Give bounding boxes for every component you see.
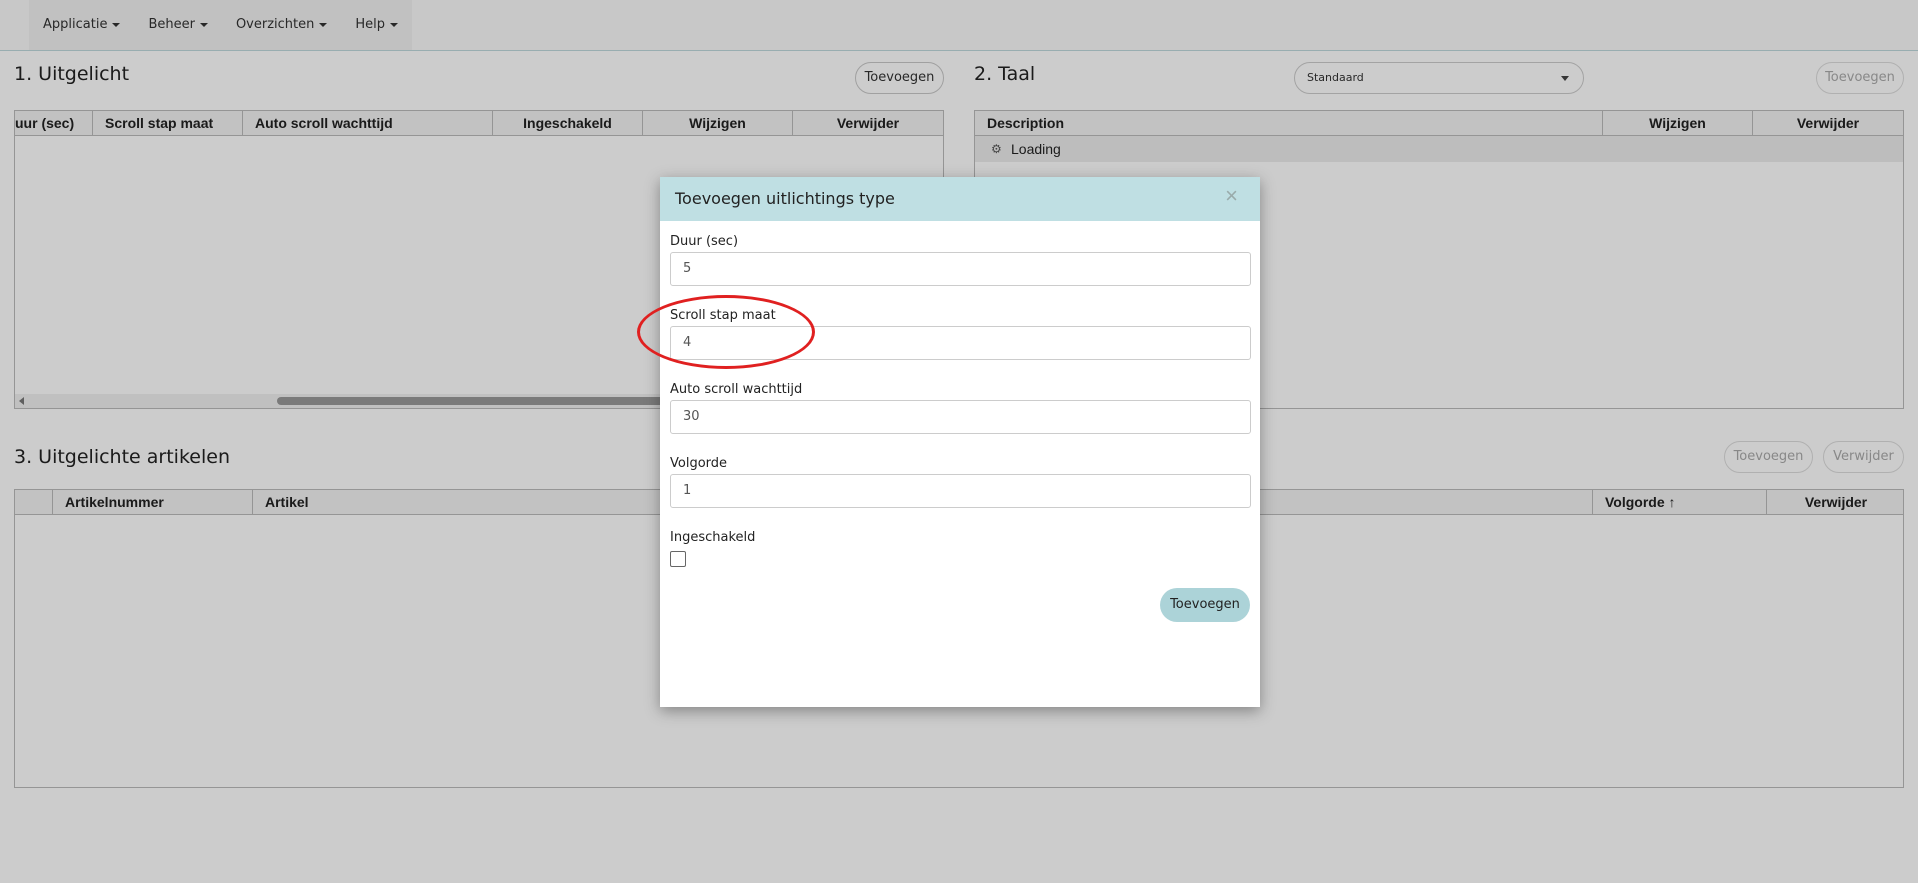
modal-title: Toevoegen uitlichtings type [675, 189, 895, 208]
volgorde-label: Volgorde [670, 456, 728, 471]
ingeschakeld-label: Ingeschakeld [670, 530, 756, 545]
volgorde-input[interactable]: 1 [670, 474, 1251, 508]
ingeschakeld-checkbox[interactable] [670, 551, 686, 567]
close-icon[interactable]: × [1225, 185, 1238, 207]
scroll-stap-input[interactable]: 4 [670, 326, 1251, 360]
submit-add-button[interactable]: Toevoegen [1160, 588, 1250, 622]
auto-scroll-input[interactable]: 30 [670, 400, 1251, 434]
auto-scroll-label: Auto scroll wachttijd [670, 382, 803, 397]
scroll-stap-label: Scroll stap maat [670, 308, 776, 323]
duur-label: Duur (sec) [670, 234, 739, 249]
duur-input[interactable]: 5 [670, 252, 1251, 286]
add-highlight-type-modal: Toevoegen uitlichtings type × Duur (sec)… [660, 177, 1260, 707]
modal-header: Toevoegen uitlichtings type × [660, 177, 1260, 221]
